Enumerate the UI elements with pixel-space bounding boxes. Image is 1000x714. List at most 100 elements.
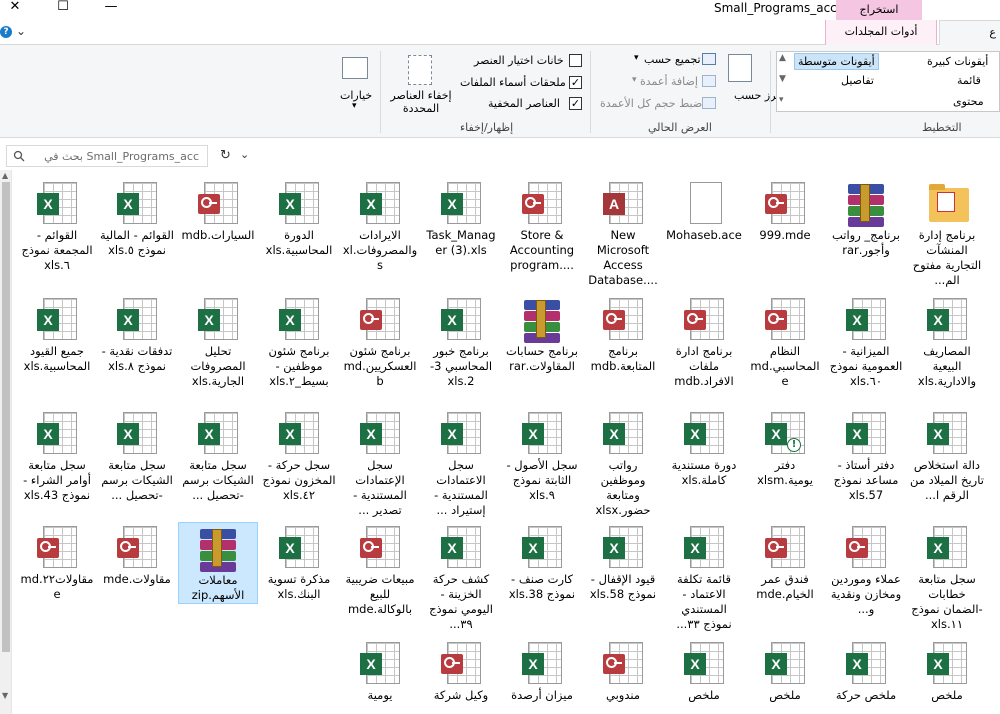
layout-list[interactable]: قائمة xyxy=(957,74,981,87)
vertical-scrollbar[interactable]: ▲ ▼ xyxy=(0,170,12,714)
file-item[interactable]: X القوائم - المجمعة نموذج ٦.xls xyxy=(17,178,97,273)
file-item[interactable]: Mohaseb.ace xyxy=(664,178,744,243)
file-item[interactable]: X المصاريف البيعية والادارية.xls xyxy=(907,294,987,389)
file-item[interactable]: X ملخص xyxy=(907,638,987,703)
close-button[interactable]: ✕ xyxy=(0,0,30,16)
file-item[interactable]: X كارت صنف - نموذج 38.xls xyxy=(502,522,582,602)
file-item[interactable]: X تحليل المصروفات الجارية.xls xyxy=(178,294,258,389)
scroll-up-icon[interactable]: ▲ xyxy=(2,171,8,180)
file-item[interactable]: X القوائم - المالية نموذج ٥.xls xyxy=(97,178,177,258)
file-item[interactable]: X دورة مستندية كاملة.xls xyxy=(664,408,744,488)
file-item[interactable]: X تدفقات نقدية - نموذج ٨.xls xyxy=(97,294,177,374)
chevron-down-icon[interactable]: ⌄ xyxy=(16,24,26,38)
scroll-down-icon[interactable]: ▼ xyxy=(779,74,786,84)
file-item[interactable]: برنامج شئون العسكريين.mdb xyxy=(340,294,420,389)
file-item[interactable]: X يومية xyxy=(340,638,420,703)
file-item[interactable]: X ملخص حركة xyxy=(826,638,906,703)
file-item[interactable]: X! دفتر يومية.xlsm xyxy=(745,408,825,488)
file-item[interactable]: فندق عمر الخيام.mde xyxy=(745,522,825,602)
file-item[interactable]: A New Microsoft Access Database.... xyxy=(583,178,663,288)
file-type-icon: X xyxy=(842,640,890,688)
address-dropdown-button[interactable]: ⌄ xyxy=(240,148,249,161)
file-item[interactable]: X سجل الأصول - الثابتة نموذج ٩.xls xyxy=(502,408,582,503)
file-item[interactable]: X ميزان أرصدة xyxy=(502,638,582,703)
file-item[interactable]: مبيعات ضريبية للبيع بالوكالة.mde xyxy=(340,522,420,617)
file-type-icon xyxy=(599,640,647,688)
file-item[interactable]: برنامج إدارة المنشآت التجارية مفتوح الم.… xyxy=(907,178,987,288)
file-item[interactable]: Store & Accounting program.... xyxy=(502,178,582,273)
file-type-icon: X xyxy=(33,296,81,344)
file-item[interactable]: X برنامج شئون موظفين - بسيط_٢.xls xyxy=(259,294,339,389)
file-item[interactable]: X الميزانية - العمومية نموذج ٦٠.xls xyxy=(826,294,906,389)
scroll-down-icon[interactable]: ▼ xyxy=(2,691,8,700)
excel-icon: X xyxy=(522,653,544,675)
file-item[interactable]: X جميع القيود المحاسبية.xls xyxy=(17,294,97,374)
tab-extract[interactable]: استخراج xyxy=(836,0,922,20)
file-item[interactable]: برنامج_ رواتب وأجور.rar xyxy=(826,178,906,258)
item-checkboxes-checkbox[interactable] xyxy=(569,54,582,67)
file-item[interactable]: X قيود الإقفال - نموذج 58.xls xyxy=(583,522,663,602)
scrollbar-thumb[interactable] xyxy=(2,182,10,652)
file-item[interactable]: X Task_Manager (3).xls xyxy=(421,178,501,258)
file-item[interactable]: X قائمة تكلفة الاعتماد - المستندي نموذج ٣… xyxy=(664,522,744,632)
file-item[interactable]: X ملخص xyxy=(745,638,825,703)
show-hide-group-label: إظهار/إخفاء xyxy=(460,121,514,134)
file-item[interactable]: X كشف حركة الخزينة - اليومي نموذج ٣٩... xyxy=(421,522,501,632)
scroll-up-icon[interactable]: ▲ xyxy=(779,53,786,63)
file-extensions-checkbox[interactable]: ✓ xyxy=(569,76,582,89)
group-by-button[interactable]: تجميع حسب xyxy=(644,53,701,66)
file-item[interactable]: عملاء وموردين ومخازن ونقدية و... xyxy=(826,522,906,617)
hide-selected-button[interactable]: إخفاء العناصر المحددة xyxy=(389,89,453,115)
maximize-button[interactable]: ☐ xyxy=(48,0,78,16)
add-columns-button[interactable]: إضافة أعمدة xyxy=(640,75,698,88)
minimize-button[interactable]: — xyxy=(96,0,126,16)
excel-icon: X xyxy=(279,423,301,445)
file-item[interactable]: برنامج المتابعة.mdb xyxy=(583,294,663,374)
layout-details[interactable]: تفاصيل xyxy=(841,74,874,87)
file-name: قائمة تكلفة الاعتماد - المستندي نموذج ٣٣… xyxy=(676,572,732,631)
file-type-icon: X xyxy=(275,180,323,228)
file-item[interactable]: X سجل متابعة الشيكات برسم -تحصيل ... xyxy=(97,408,177,503)
file-item[interactable]: X مذكرة تسوية البنك.xls xyxy=(259,522,339,602)
file-item[interactable]: وكيل شركة xyxy=(421,638,501,703)
file-item[interactable]: X سجل الاعتمادات المستندية - إستيراد ... xyxy=(421,408,501,518)
file-item[interactable]: X الايرادات والمصروفات.xls xyxy=(340,178,420,273)
file-item[interactable]: مندوبي xyxy=(583,638,663,703)
access-key-icon xyxy=(765,194,787,214)
hidden-items-checkbox[interactable]: ✓ xyxy=(569,97,582,110)
file-item[interactable]: X برنامج خبور المحاسبي 3-2.xls xyxy=(421,294,501,389)
file-item[interactable]: X سجل متابعة أوامر الشراء - نموذج 43.xls xyxy=(17,408,97,503)
size-columns-button[interactable]: ضبط حجم كل الأعمدة xyxy=(600,97,702,110)
expand-gallery-icon[interactable]: ▾ xyxy=(779,95,784,105)
layout-medium-icons[interactable]: أيقونات متوسطة xyxy=(794,53,879,70)
file-item[interactable]: معاملات الأسهم.zip xyxy=(178,522,258,604)
file-item[interactable]: برنامج ادارة ملفات الافراد.mdb xyxy=(664,294,744,389)
layout-gallery: أيقونات كبيرة أيقونات متوسطة قائمة تفاصي… xyxy=(776,51,1000,112)
file-item[interactable]: مقاولات.mde xyxy=(97,522,177,587)
file-item[interactable]: 999.mde xyxy=(745,178,825,243)
file-item[interactable]: X سجل الإعتمادات المستندية - تصدير ... xyxy=(340,408,420,518)
file-item[interactable]: برنامج حسابات المقاولات.rar xyxy=(502,294,582,374)
search-input[interactable]: بحث في Small_Programs_acc xyxy=(6,145,208,167)
excel-icon: X xyxy=(522,423,544,445)
file-item[interactable]: X رواتب وموظفين ومتابعة حضور.xlsx xyxy=(583,408,663,518)
file-item[interactable]: X سجل حركة - المخزون نموذج ٤٢.xls xyxy=(259,408,339,503)
file-item[interactable]: X دفتر أستاذ - مساعد نموذج 57.xls xyxy=(826,408,906,503)
file-item[interactable]: مقاولات٢٢.mde xyxy=(17,522,97,602)
sort-by-button[interactable]: فرز حسب xyxy=(734,89,782,102)
file-item[interactable]: X سجل متابعة الشيكات برسم -تحصيل ... xyxy=(178,408,258,503)
layout-large-icons[interactable]: أيقونات كبيرة xyxy=(927,55,988,68)
file-item[interactable]: السيارات.mdb xyxy=(178,178,258,243)
refresh-button[interactable]: ↻ xyxy=(220,148,231,163)
file-type-icon: X xyxy=(356,180,404,228)
file-item[interactable]: X ملخص xyxy=(664,638,744,703)
file-item[interactable]: النظام المحاسبي.mde xyxy=(745,294,825,389)
file-item[interactable]: X الدورة المحاسبية.xls xyxy=(259,178,339,258)
tab-compressed-folder-tools[interactable]: أدوات المجلدات المضغوطة xyxy=(825,20,937,62)
file-item[interactable]: X سجل متابعة خطابات -الضمان نموذج ١١.xls xyxy=(907,522,987,632)
help-icon[interactable]: ? xyxy=(0,26,12,38)
layout-content[interactable]: محتوى xyxy=(953,95,984,108)
file-item[interactable]: X دالة استخلاص تاريخ الميلاد من الرقم ا..… xyxy=(907,408,987,503)
tab-view[interactable]: ع xyxy=(939,20,1000,46)
file-type-icon xyxy=(842,524,890,572)
